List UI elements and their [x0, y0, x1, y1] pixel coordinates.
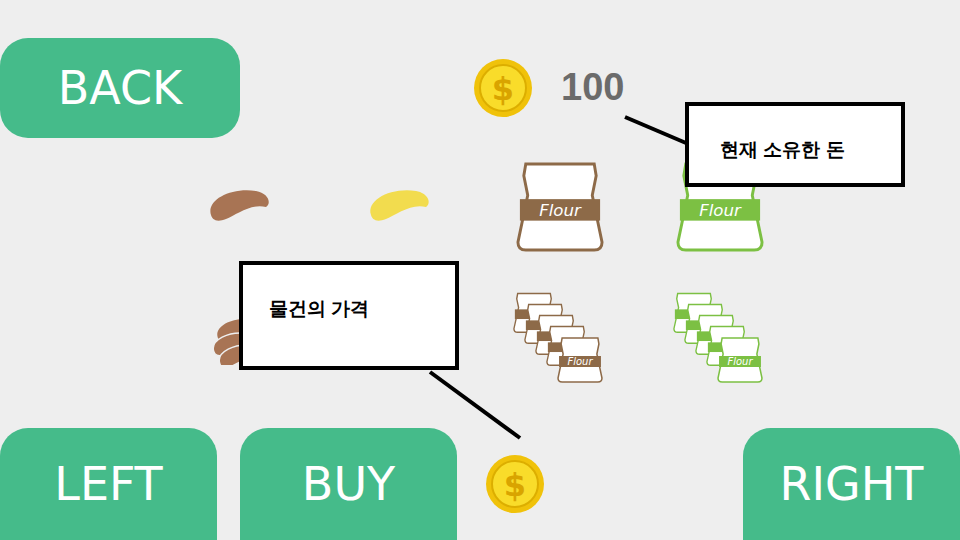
currency-symbol: $	[504, 466, 526, 504]
bean-icon	[206, 185, 274, 225]
money-annotation: 현재 소유한 돈	[685, 102, 905, 187]
right-button[interactable]: RIGHT	[743, 428, 960, 540]
left-button[interactable]: LEFT	[0, 428, 217, 540]
shop-item[interactable]: Flour	[480, 272, 640, 408]
shop-item[interactable]	[160, 138, 320, 272]
shop-screen: BACK $ 100 Flour Flour Flour Flour LEFT BUY…	[0, 0, 960, 540]
flour-stack-icon: Flour	[513, 290, 608, 390]
annotation-lines	[0, 0, 960, 540]
buy-button[interactable]: BUY	[240, 428, 457, 540]
shop-item[interactable]	[320, 138, 480, 272]
shop-item[interactable]: Flour	[480, 138, 640, 272]
price-annotation: 물건의 가격	[239, 261, 459, 370]
bean-icon	[366, 185, 434, 225]
currency-symbol: $	[492, 70, 514, 108]
back-button[interactable]: BACK	[0, 38, 240, 138]
flour-bag-icon: Flour	[516, 156, 604, 254]
shop-item[interactable]: Flour	[640, 272, 800, 408]
coin-icon: $	[473, 58, 533, 118]
bag-label: Flour	[699, 201, 742, 220]
bag-label: Flour	[727, 356, 753, 367]
flour-stack-icon: Flour	[673, 290, 768, 390]
money-amount: 100	[561, 65, 624, 111]
coin-icon: $	[485, 454, 545, 514]
bag-label: Flour	[539, 201, 582, 220]
bag-label: Flour	[567, 356, 593, 367]
bottom-bar: LEFT BUY $ RIGHT	[0, 428, 960, 540]
